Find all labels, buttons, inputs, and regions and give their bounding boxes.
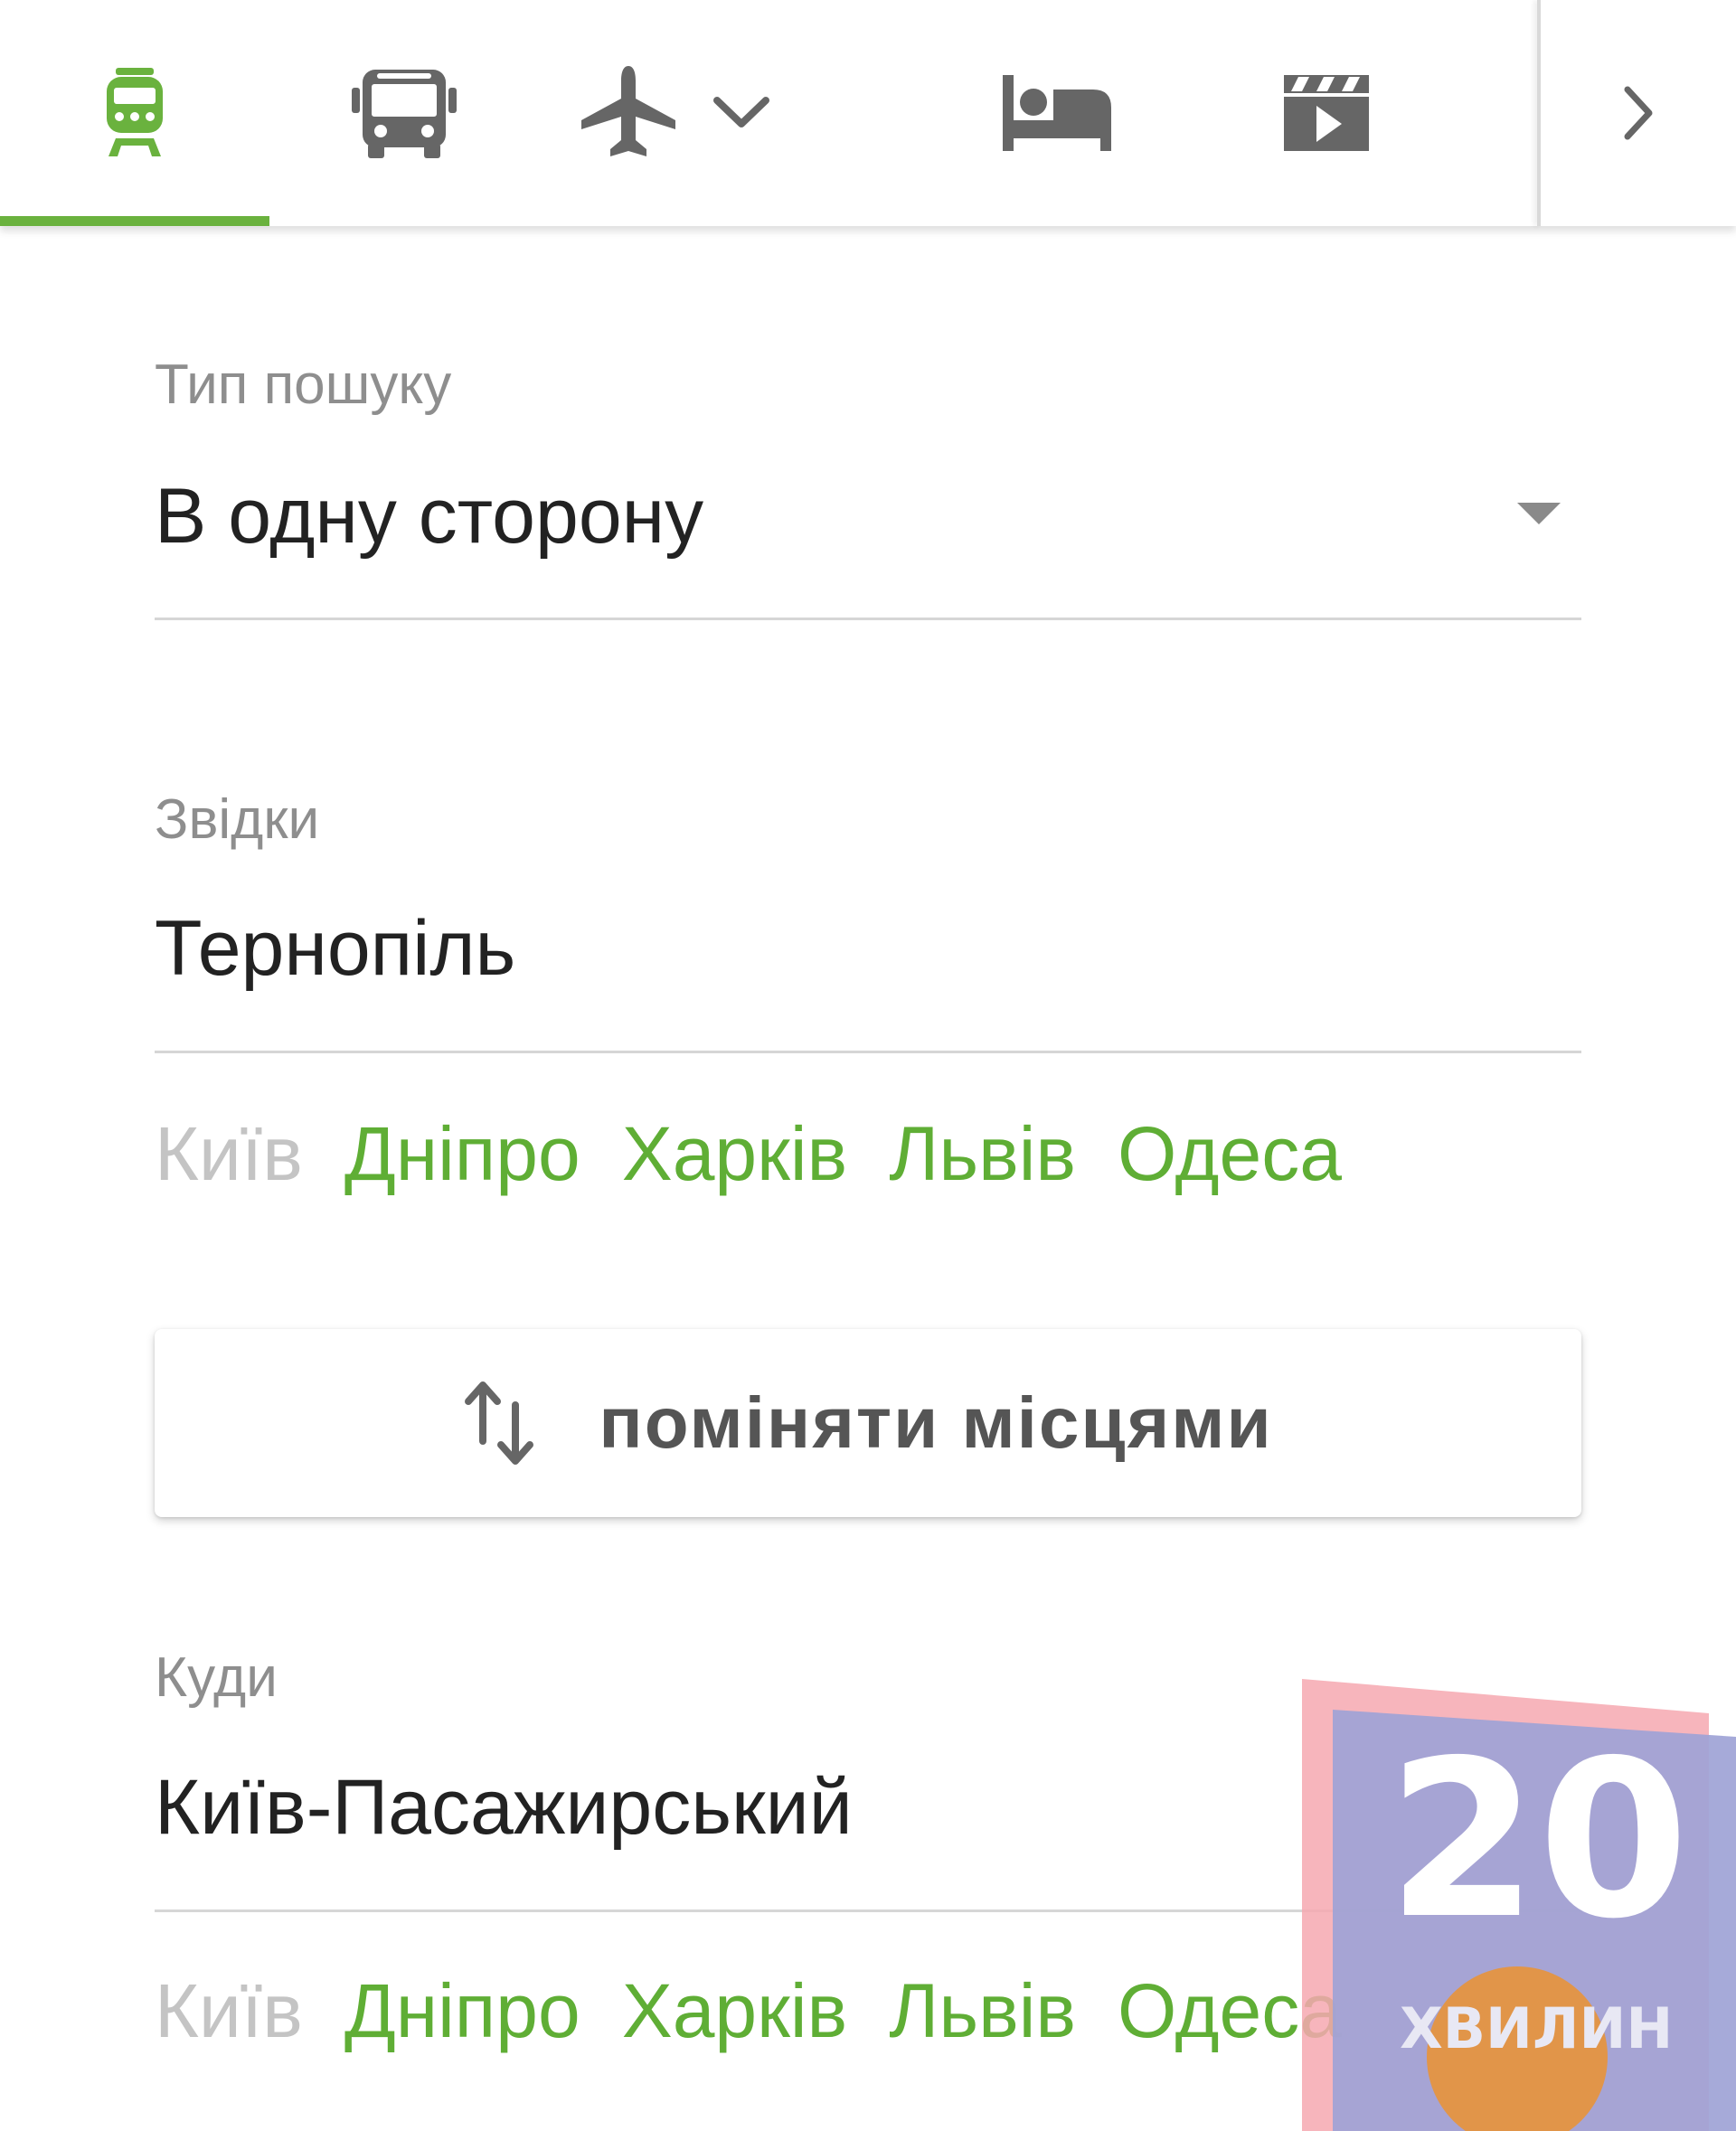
to-quick-city[interactable]: Львів bbox=[889, 1967, 1076, 2055]
bus-icon bbox=[352, 70, 457, 158]
swap-button[interactable]: поміняти місцями bbox=[155, 1329, 1581, 1517]
chevron-down-icon bbox=[713, 97, 769, 127]
watermark-number: 20 bbox=[1387, 1713, 1689, 1966]
movie-icon bbox=[1284, 75, 1369, 151]
top-nav-bar bbox=[0, 0, 1736, 226]
from-quick-cities: Київ Дніпро Харків Львів Одеса bbox=[155, 1110, 1342, 1198]
tab-hotel[interactable] bbox=[922, 0, 1192, 226]
from-underline bbox=[155, 1051, 1581, 1053]
train-icon bbox=[107, 68, 163, 156]
to-input[interactable]: Київ-Пасажирський bbox=[155, 1763, 853, 1853]
from-quick-city[interactable]: Одеса bbox=[1118, 1110, 1342, 1198]
swap-vertical-icon bbox=[465, 1381, 534, 1465]
from-label: Звідки bbox=[155, 788, 320, 851]
tab-movies[interactable] bbox=[1192, 0, 1461, 226]
tab-bus[interactable] bbox=[269, 0, 539, 226]
from-quick-city: Київ bbox=[155, 1111, 303, 1196]
to-quick-city: Київ bbox=[155, 1968, 303, 2053]
from-quick-city[interactable]: Львів bbox=[889, 1110, 1076, 1198]
to-label: Куди bbox=[155, 1646, 278, 1709]
from-input[interactable]: Тернопіль bbox=[155, 904, 515, 994]
search-type-underline bbox=[155, 618, 1581, 620]
nav-more-button[interactable] bbox=[1541, 0, 1736, 226]
tab-train[interactable] bbox=[0, 0, 269, 226]
watermark-word: ХВИЛИН bbox=[1400, 1995, 1674, 2061]
watermark-logo: 20 ХВИЛИН bbox=[1300, 1677, 1736, 2131]
search-type-select[interactable]: В одну сторону bbox=[155, 472, 703, 561]
tab-plane[interactable] bbox=[539, 0, 810, 226]
to-quick-city[interactable]: Дніпро bbox=[344, 1967, 580, 2055]
dropdown-arrow-icon[interactable] bbox=[1517, 503, 1561, 524]
chevron-right-icon bbox=[1624, 86, 1653, 140]
bed-icon bbox=[1003, 75, 1111, 151]
plane-icon bbox=[581, 66, 675, 156]
from-quick-city[interactable]: Харків bbox=[622, 1110, 848, 1198]
search-type-label: Тип пошуку bbox=[155, 354, 452, 416]
to-quick-cities: Київ Дніпро Харків Львів Одеса bbox=[155, 1967, 1342, 2055]
swap-button-label: поміняти місцями bbox=[599, 1382, 1273, 1463]
from-quick-city[interactable]: Дніпро bbox=[344, 1110, 580, 1198]
to-quick-city[interactable]: Харків bbox=[622, 1967, 848, 2055]
